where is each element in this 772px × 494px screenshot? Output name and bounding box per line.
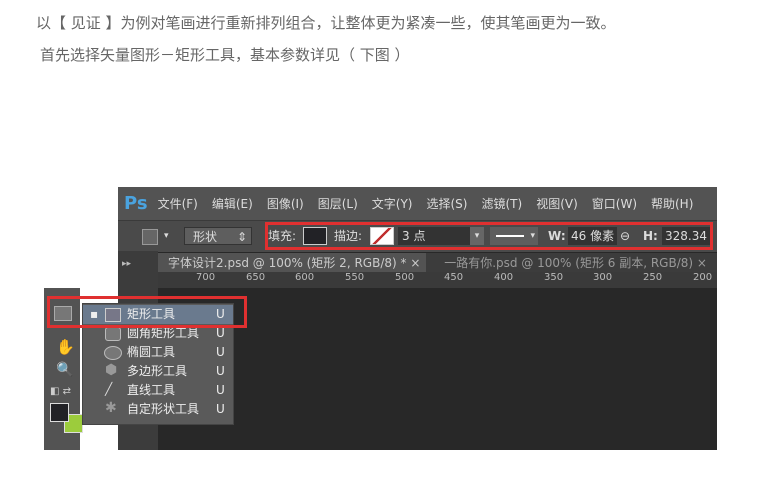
mode-value: 形状 — [193, 230, 218, 244]
intro-line-1: 以【 见证 】为例对笔画进行重新排列组合，让整体更为紧凑一些，使其笔画更为一致。 — [36, 14, 616, 32]
menu-file[interactable]: 文件(F) — [158, 195, 198, 212]
line-icon: ╱ — [105, 382, 113, 396]
tab-label: 一路有你.psd @ 100% (矩形 6 副本, RGB/8) — [444, 256, 694, 270]
expand-icon[interactable]: ▸▸ — [122, 259, 131, 269]
flyout-item-custom-shape[interactable]: ✱ 自定形状工具 U — [83, 400, 233, 419]
hand-icon[interactable]: ✋ — [56, 338, 75, 356]
menu-layer[interactable]: 图层(L) — [318, 195, 358, 212]
ruler-tick: 450 — [444, 272, 464, 283]
menu-view[interactable]: 视图(V) — [536, 195, 578, 212]
polygon-icon: ⬢ — [105, 362, 118, 378]
ellipse-icon — [104, 346, 122, 360]
mode-select[interactable]: 形状 ⇕ — [184, 227, 252, 245]
ruler-tick: 200 — [693, 272, 713, 283]
ruler-tick: 550 — [345, 272, 365, 283]
tool-preset-icon[interactable] — [142, 229, 158, 245]
menu-window[interactable]: 窗口(W) — [592, 195, 637, 212]
item-label: 椭圆工具 — [127, 345, 176, 359]
zoom-icon[interactable]: 🔍 — [56, 362, 73, 378]
flyout-item-polygon[interactable]: ⬢ 多边形工具 U — [83, 362, 233, 381]
menu-help[interactable]: 帮助(H) — [651, 195, 693, 212]
item-shortcut: U — [216, 383, 225, 397]
menu-bar: Ps 文件(F) 编辑(E) 图像(I) 图层(L) 文字(Y) 选择(S) 滤… — [118, 187, 717, 220]
flyout-item-line[interactable]: ╱ 直线工具 U — [83, 381, 233, 400]
ruler-tick: 350 — [544, 272, 564, 283]
menu-select[interactable]: 选择(S) — [427, 195, 468, 212]
swap-colors-icon[interactable]: ◧ ⇄ — [50, 386, 71, 397]
flyout-item-ellipse[interactable]: 椭圆工具 U — [83, 343, 233, 362]
intro-line-2: 首先选择矢量图形－矩形工具，基本参数详见（ 下图 ） — [40, 46, 410, 64]
item-label: 直线工具 — [127, 383, 176, 397]
item-shortcut: U — [216, 364, 225, 378]
ruler-tick: 700 — [196, 272, 216, 283]
ruler-tick: 600 — [295, 272, 315, 283]
menu-image[interactable]: 图像(I) — [267, 195, 304, 212]
tab-inactive[interactable]: 一路有你.psd @ 100% (矩形 6 副本, RGB/8) × — [430, 253, 713, 271]
ruler-tick: 300 — [593, 272, 613, 283]
options-highlight-box — [265, 222, 713, 250]
foreground-color-swatch[interactable] — [50, 403, 69, 422]
close-icon[interactable]: × — [697, 256, 707, 270]
ruler-tick: 650 — [246, 272, 266, 283]
tool-highlight-box — [47, 296, 247, 328]
item-label: 多边形工具 — [127, 364, 188, 378]
ps-logo: Ps — [124, 193, 148, 214]
menu-type[interactable]: 文字(Y) — [372, 195, 413, 212]
item-shortcut: U — [216, 402, 225, 416]
item-label: 自定形状工具 — [127, 402, 200, 416]
menu-edit[interactable]: 编辑(E) — [212, 195, 253, 212]
item-shortcut: U — [216, 345, 225, 359]
custom-shape-icon: ✱ — [105, 400, 117, 416]
ruler-tick: 400 — [494, 272, 514, 283]
document-tabs: 字体设计2.psd @ 100% (矩形 2, RGB/8) * × 一路有你.… — [158, 253, 717, 272]
close-icon[interactable]: × — [410, 256, 420, 270]
tab-active[interactable]: 字体设计2.psd @ 100% (矩形 2, RGB/8) * × — [158, 253, 427, 272]
horizontal-ruler: 700 650 600 550 500 450 400 350 300 250 … — [158, 272, 717, 288]
rounded-rectangle-icon — [105, 327, 121, 341]
ruler-tick: 500 — [395, 272, 415, 283]
chevron-down-icon[interactable]: ▾ — [164, 227, 169, 245]
menu-filter[interactable]: 滤镜(T) — [481, 195, 522, 212]
tab-label: 字体设计2.psd @ 100% (矩形 2, RGB/8) * — [168, 256, 407, 270]
ruler-tick: 250 — [643, 272, 663, 283]
